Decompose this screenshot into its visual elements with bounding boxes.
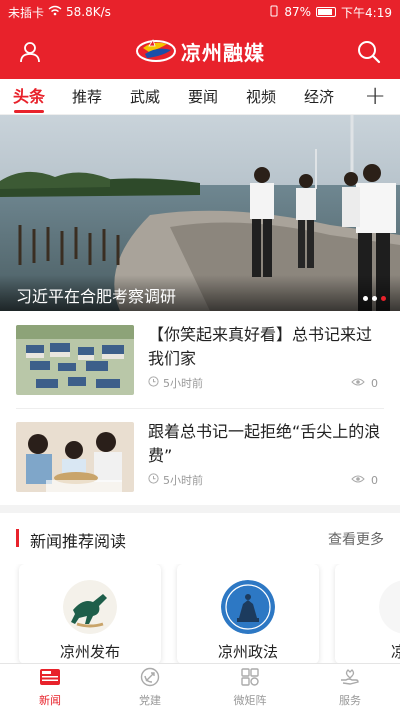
- carousel-dot[interactable]: [363, 296, 368, 301]
- tab-headlines[interactable]: 头条: [0, 79, 58, 115]
- news-time: 5小时前: [163, 377, 203, 390]
- see-more-link[interactable]: 查看更多: [328, 529, 384, 549]
- card-label: 凉州: [390, 643, 400, 661]
- bottom-nav: 新闻 党建 微矩阵 服务: [0, 663, 400, 711]
- carousel-dots: [363, 296, 386, 301]
- nav-news[interactable]: 新闻: [0, 664, 100, 711]
- card-label: 凉州政法: [217, 643, 278, 661]
- divider: [16, 408, 384, 409]
- news-item[interactable]: 【你笑起来真好看】总书记来过我们家 5小时前 0: [0, 313, 400, 399]
- network-speed: 58.8K/s: [66, 5, 111, 19]
- channel-card[interactable]: 凉州发布: [19, 564, 161, 664]
- nav-label: 微矩阵: [233, 694, 267, 707]
- service-hand-icon: [339, 667, 361, 690]
- nav-services[interactable]: 服务: [300, 664, 400, 711]
- news-thumbnail: [16, 422, 134, 492]
- tab-important-news[interactable]: 要闻: [174, 79, 232, 115]
- section-accent-bar: [16, 529, 19, 547]
- news-time: 5小时前: [163, 474, 203, 487]
- battery-percent: 87%: [284, 5, 312, 19]
- nav-party-building[interactable]: 党建: [100, 664, 200, 711]
- flag-swirl-logo-icon: [135, 36, 177, 68]
- channel-card[interactable]: 凉州: [335, 564, 400, 664]
- app-logo: 凉州融媒: [135, 36, 265, 68]
- news-item[interactable]: 跟着总书记一起拒绝“舌尖上的浪费” 5小时前 0: [0, 410, 400, 496]
- app-header: 凉州融媒: [0, 24, 400, 79]
- view-count: 0: [371, 376, 378, 390]
- law-emblem-avatar-icon: [221, 580, 275, 634]
- channel-avatar-icon: [379, 580, 400, 634]
- view-count: 0: [371, 473, 378, 487]
- sim-status: 未插卡: [8, 5, 45, 20]
- grid-icon: [239, 667, 261, 690]
- news-thumbnail: [16, 325, 134, 395]
- news-meta: 5小时前 0: [148, 472, 378, 488]
- battery-icon: [316, 7, 337, 17]
- bronze-horse-avatar-icon: [63, 580, 117, 634]
- tab-wuwei[interactable]: 武威: [116, 79, 174, 115]
- category-tabs: 头条 推荐 武威 要闻 视频 经济 +: [0, 79, 400, 115]
- clock: 下午4:19: [341, 5, 392, 20]
- search-icon[interactable]: [356, 39, 382, 65]
- carousel-dot[interactable]: [372, 296, 377, 301]
- status-bar: 未插卡 58.8K/s 87% 下午4:19: [0, 0, 400, 24]
- wifi-icon: [48, 5, 62, 19]
- card-label: 凉州发布: [59, 643, 120, 661]
- recommended-section-header: 新闻推荐阅读 查看更多: [0, 520, 400, 556]
- news-icon: [39, 667, 61, 690]
- news-title: 【你笑起来真好看】总书记来过我们家: [148, 325, 373, 368]
- eye-icon: [351, 474, 365, 487]
- user-icon[interactable]: [18, 40, 42, 64]
- tab-video[interactable]: 视频: [232, 79, 290, 115]
- tab-recommend[interactable]: 推荐: [58, 79, 116, 115]
- nav-label: 新闻: [39, 694, 61, 707]
- clock-icon: [148, 376, 159, 390]
- channel-cards: 凉州发布 凉州政法 凉州: [0, 564, 400, 664]
- add-tab-button[interactable]: +: [364, 79, 386, 115]
- nav-label: 服务: [339, 694, 361, 707]
- vibrate-icon: [269, 5, 279, 20]
- hero-banner[interactable]: 习近平在合肥考察调研: [0, 115, 400, 311]
- hero-caption: 习近平在合肥考察调研: [0, 275, 400, 311]
- eye-icon: [351, 377, 365, 390]
- section-title: 新闻推荐阅读: [30, 532, 127, 551]
- nav-label: 党建: [139, 694, 161, 707]
- app-title: 凉州融媒: [181, 41, 265, 65]
- news-title: 跟着总书记一起拒绝“舌尖上的浪费”: [148, 422, 381, 465]
- party-emblem-icon: [139, 667, 161, 690]
- news-meta: 5小时前 0: [148, 375, 378, 391]
- clock-icon: [148, 473, 159, 487]
- carousel-dot-active[interactable]: [381, 296, 386, 301]
- nav-micro-matrix[interactable]: 微矩阵: [200, 664, 300, 711]
- tab-economy[interactable]: 经济: [290, 79, 348, 115]
- section-gap: [0, 505, 400, 513]
- channel-card[interactable]: 凉州政法: [177, 564, 319, 664]
